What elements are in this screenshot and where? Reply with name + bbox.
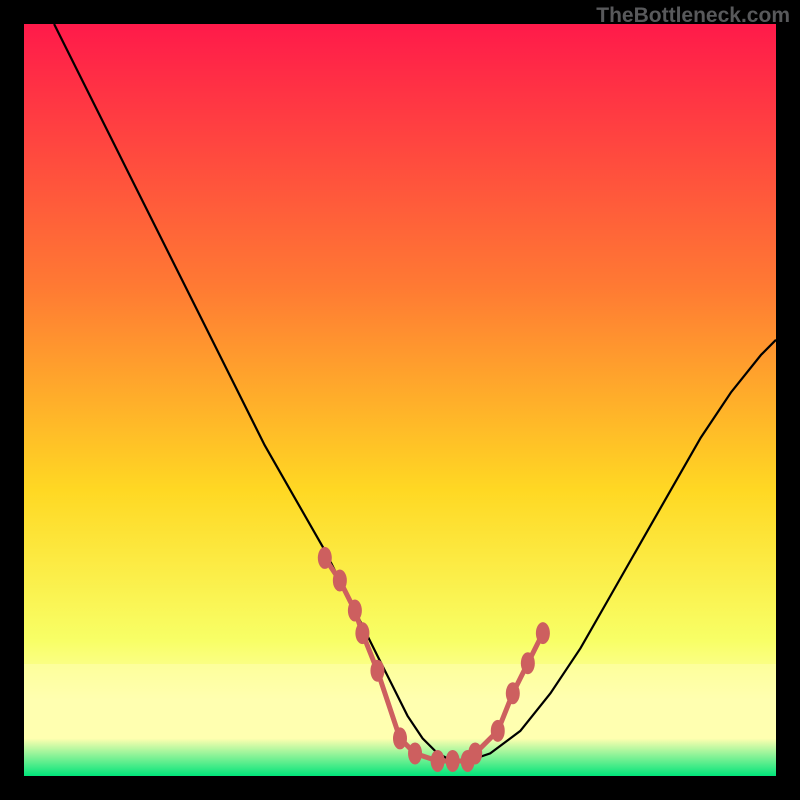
marker-dot	[536, 622, 550, 644]
marker-dot	[318, 547, 332, 569]
marker-dot	[333, 569, 347, 591]
chart-svg	[24, 24, 776, 776]
plot-area	[24, 24, 776, 776]
marker-dot	[446, 750, 460, 772]
gradient-fill	[24, 24, 776, 776]
pale-band	[24, 664, 776, 724]
marker-dot	[521, 652, 535, 674]
marker-dot	[370, 660, 384, 682]
marker-dot	[506, 682, 520, 704]
marker-dot	[348, 600, 362, 622]
marker-dot	[491, 720, 505, 742]
marker-dot	[431, 750, 445, 772]
marker-dot	[408, 742, 422, 764]
chart-stage: TheBottleneck.com	[0, 0, 800, 800]
marker-dot	[468, 742, 482, 764]
marker-dot	[393, 727, 407, 749]
marker-dot	[355, 622, 369, 644]
